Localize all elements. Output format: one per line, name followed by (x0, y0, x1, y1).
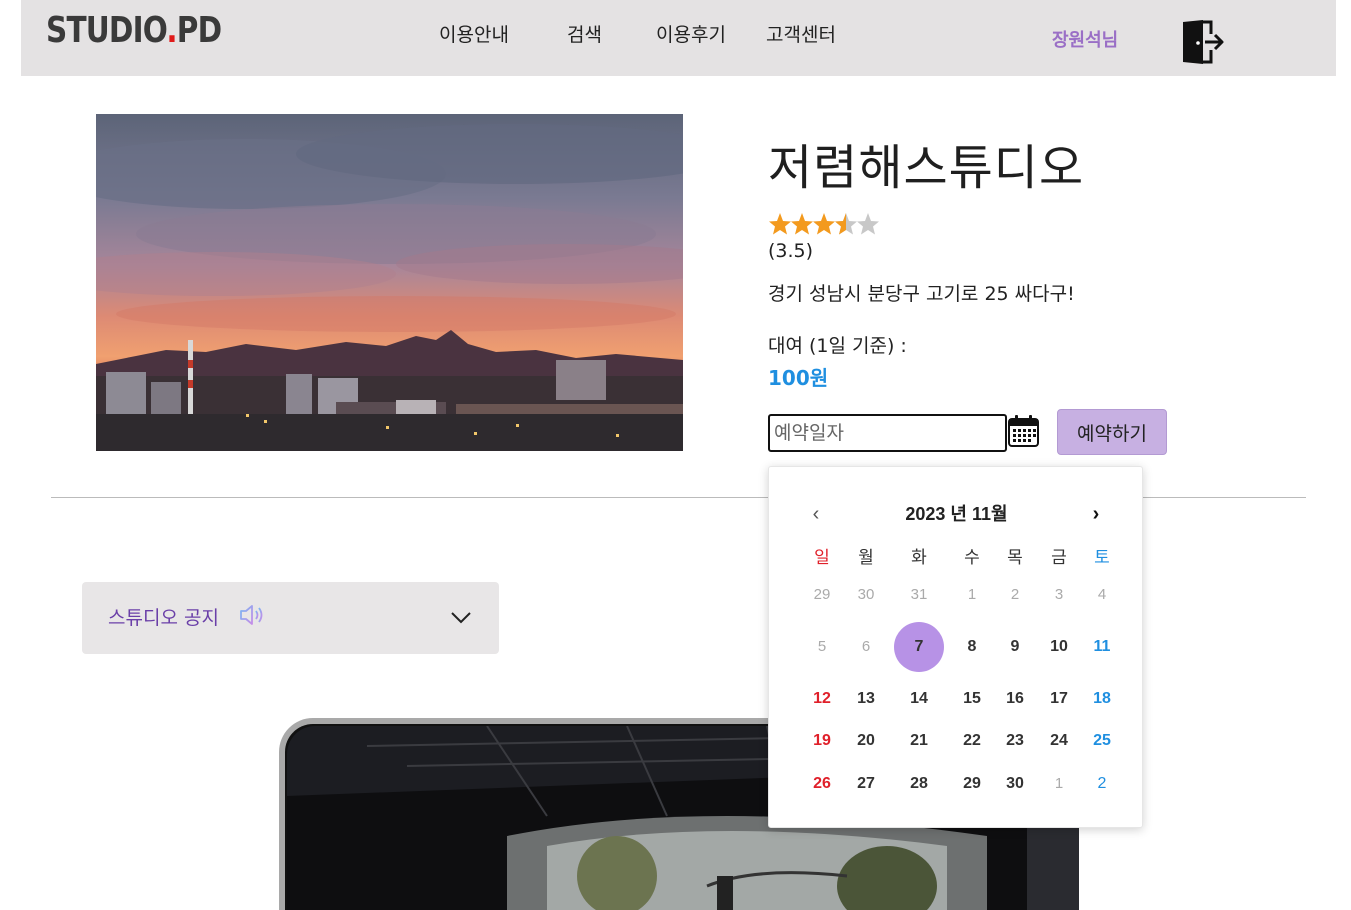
notice-label: 스튜디오 공지 (108, 607, 219, 629)
chevron-down-icon (451, 612, 471, 624)
calendar-day[interactable]: 23 (992, 718, 1038, 764)
logo-text-prefix: STUDIO (46, 10, 167, 51)
star-icon (791, 213, 813, 235)
calendar-day[interactable]: 9 (992, 624, 1038, 670)
calendar-day[interactable]: 27 (843, 761, 889, 807)
star-empty-icon (857, 213, 879, 235)
calendar-day[interactable]: 2 (1079, 761, 1125, 807)
reserve-button[interactable]: 예약하기 (1057, 409, 1167, 455)
date-picker-popup: ‹ 2023 년 11월 › 일월화수목금토 29 30 31 1 2 3 4 5 6 7 8 9 10… (768, 466, 1143, 828)
weekday-label: 목 (1007, 548, 1023, 567)
calendar-day[interactable]: 24 (1036, 718, 1082, 764)
calendar-day[interactable]: 22 (949, 718, 995, 764)
calendar-icon[interactable] (1007, 414, 1040, 448)
nav-guide[interactable]: 이용안내 (439, 20, 509, 47)
weekday-label: 수 (964, 548, 980, 567)
weekday-header: 일월화수목금토 (795, 543, 1121, 567)
calendar-day[interactable]: 10 (1036, 624, 1082, 670)
studio-notice-accordion[interactable]: 스튜디오 공지 (82, 582, 499, 654)
logo-text-suffix: PD (176, 10, 222, 51)
rent-label: 대여 (1일 기준) : (768, 335, 907, 357)
speaker-icon (240, 605, 263, 625)
calendar-day[interactable]: 11 (1079, 624, 1125, 670)
weekday-label: 일 (814, 548, 830, 567)
star-icon (813, 213, 835, 235)
next-month-button[interactable]: › (1085, 503, 1107, 525)
calendar-day[interactable]: 6 (843, 624, 889, 670)
calendar-day[interactable]: 2 (992, 572, 1038, 618)
reservation-date-input[interactable] (768, 414, 1007, 452)
calendar-day[interactable]: 30 (992, 761, 1038, 807)
calendar-day[interactable]: 28 (896, 761, 942, 807)
calendar-day[interactable]: 1 (1036, 761, 1082, 807)
calendar-day[interactable]: 1 (949, 572, 995, 618)
calendar-day[interactable]: 17 (1036, 676, 1082, 722)
weekday-label: 화 (911, 548, 927, 567)
calendar-day[interactable]: 19 (799, 718, 845, 764)
calendar-day[interactable]: 25 (1079, 718, 1125, 764)
calendar-day[interactable]: 31 (896, 572, 942, 618)
weekday-label: 금 (1051, 548, 1067, 567)
studio-address: 경기 성남시 분당구 고기로 25 싸다구! (768, 283, 1075, 305)
calendar-day[interactable]: 13 (843, 676, 889, 722)
calendar-day[interactable]: 12 (799, 676, 845, 722)
calendar-day[interactable]: 20 (843, 718, 889, 764)
calendar-day[interactable]: 3 (1036, 572, 1082, 618)
studio-pd-logo[interactable]: STUDIO.PD (46, 10, 222, 56)
calendar-day[interactable]: 15 (949, 676, 995, 722)
calendar-day[interactable]: 8 (949, 624, 995, 670)
half-star-icon (835, 213, 857, 235)
star-icon (769, 213, 791, 235)
nav-customer-center[interactable]: 고객센터 (766, 20, 836, 47)
logo-dot: . (166, 10, 177, 51)
studio-photo (96, 114, 683, 451)
studio-name: 저렴해스튜디오 (768, 140, 1085, 196)
nav-search[interactable]: 검색 (567, 20, 602, 47)
calendar-day[interactable]: 29 (949, 761, 995, 807)
calendar-day[interactable]: 5 (799, 624, 845, 670)
logout-icon[interactable] (1179, 18, 1225, 66)
weekday-label: 토 (1094, 548, 1110, 567)
rating-stars (769, 213, 879, 235)
calendar-day[interactable]: 4 (1079, 572, 1125, 618)
top-header: STUDIO.PD 이용안내 검색 이용후기 고객센터 장원석님 (21, 0, 1336, 76)
calendar-day[interactable]: 26 (799, 761, 845, 807)
nav-reviews[interactable]: 이용후기 (656, 20, 726, 47)
calendar-day[interactable]: 14 (896, 676, 942, 722)
user-name[interactable]: 장원석님 (1052, 26, 1118, 52)
calendar-day[interactable]: 29 (799, 572, 845, 618)
calendar-day-selected[interactable]: 7 (894, 622, 944, 672)
weekday-label: 월 (858, 548, 874, 567)
calendar-day[interactable]: 21 (896, 718, 942, 764)
rating-value: (3.5) (768, 240, 814, 262)
calendar-day[interactable]: 30 (843, 572, 889, 618)
calendar-day[interactable]: 18 (1079, 676, 1125, 722)
calendar-day[interactable]: 16 (992, 676, 1038, 722)
rent-price: 100원 (768, 366, 829, 390)
